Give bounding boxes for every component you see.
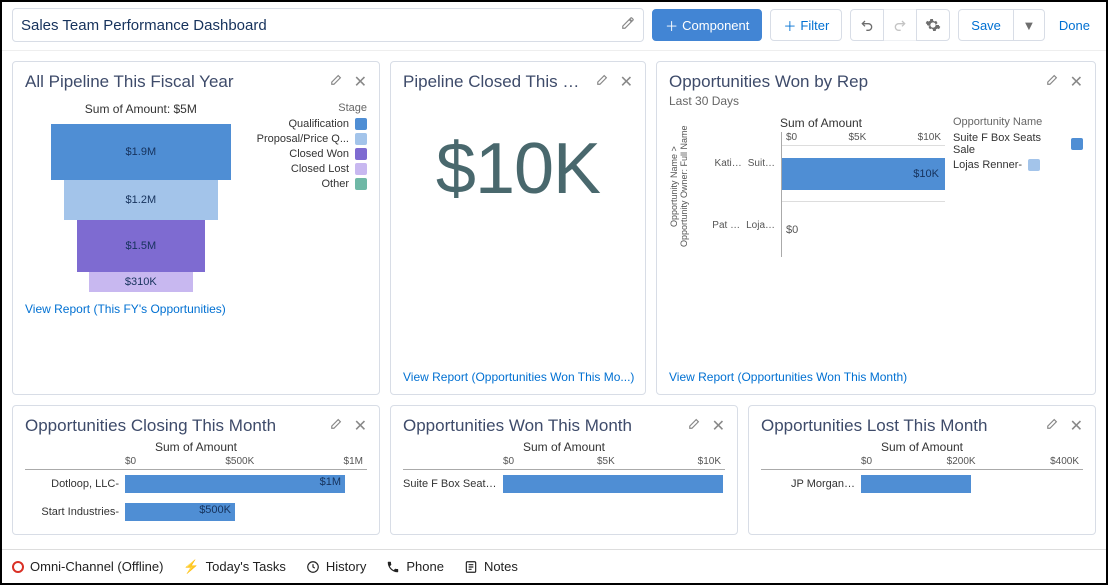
- card-pipeline-fy: All Pipeline This Fiscal Year ✕ Sum of A…: [12, 61, 380, 395]
- close-icon[interactable]: ✕: [354, 72, 367, 92]
- funnel-segment: $1.5M: [77, 220, 205, 272]
- legend-item: Proposal/Price Q...: [257, 133, 367, 145]
- metric-value: $10K: [403, 92, 633, 226]
- pencil-icon[interactable]: [330, 416, 344, 436]
- view-report-link[interactable]: View Report (This FY's Opportunities): [25, 302, 226, 316]
- card-closing-month: Opportunities Closing This Month ✕ Sum o…: [12, 405, 380, 535]
- todays-tasks-button[interactable]: ⚡ Today's Tasks: [183, 559, 285, 575]
- pencil-icon[interactable]: [621, 16, 635, 34]
- legend-item: Qualification: [257, 118, 367, 130]
- bar-row: Dotloop, LLC-$1M: [25, 470, 367, 498]
- pencil-icon[interactable]: [330, 72, 344, 92]
- card-title: Pipeline Closed This …: [403, 72, 579, 92]
- close-icon[interactable]: ✕: [620, 72, 633, 92]
- plus-icon: ＋: [783, 16, 796, 35]
- view-report-link[interactable]: View Report (Opportunities Won This Mo..…: [403, 370, 634, 384]
- card-title: All Pipeline This Fiscal Year: [25, 72, 234, 92]
- save-dropdown-button[interactable]: ▼: [1013, 9, 1045, 41]
- settings-button[interactable]: [916, 9, 950, 41]
- card-lost-month: Opportunities Lost This Month ✕ Sum of A…: [748, 405, 1096, 535]
- status-ring-icon: [12, 561, 24, 573]
- card-title: Opportunities Closing This Month: [25, 416, 276, 436]
- add-filter-button[interactable]: ＋ Filter: [770, 9, 842, 41]
- bar: $10K: [782, 158, 945, 190]
- funnel-segment: $310K: [89, 272, 193, 292]
- bolt-icon: ⚡: [183, 559, 199, 575]
- plus-icon: ＋: [665, 16, 678, 35]
- legend-item: Lojas Renner-: [953, 159, 1083, 171]
- funnel-segment: $1.9M: [51, 124, 231, 180]
- funnel-legend: Stage QualificationProposal/Price Q...Cl…: [257, 102, 367, 292]
- clock-icon: [306, 560, 320, 574]
- y-axis-label-1: Opportunity Name >: [669, 116, 679, 257]
- notes-icon: [464, 560, 478, 574]
- phone-button[interactable]: Phone: [386, 559, 444, 574]
- bar-row: Suite F Box Seats…: [403, 470, 725, 498]
- history-buttons: [850, 9, 950, 41]
- pencil-icon[interactable]: [688, 416, 702, 436]
- close-icon[interactable]: ✕: [1070, 416, 1083, 436]
- done-link[interactable]: Done: [1053, 18, 1096, 33]
- bar-row: JP Morgan…: [761, 470, 1083, 498]
- card-subtitle: Last 30 Days: [669, 94, 868, 108]
- pencil-icon[interactable]: [1046, 416, 1060, 436]
- card-title: Opportunities Lost This Month: [761, 416, 987, 436]
- bar-row: Start Industries-$500K: [25, 498, 367, 526]
- dashboard-row-1: All Pipeline This Fiscal Year ✕ Sum of A…: [2, 51, 1106, 405]
- phone-icon: [386, 560, 400, 574]
- funnel-chart: $1.9M$1.2M$1.5M$310K: [51, 124, 231, 292]
- undo-button[interactable]: [850, 9, 884, 41]
- redo-button[interactable]: [883, 9, 917, 41]
- history-button[interactable]: History: [306, 559, 366, 574]
- card-title: Opportunities Won This Month: [403, 416, 632, 436]
- close-icon[interactable]: ✕: [712, 416, 725, 436]
- utility-bar: Omni-Channel (Offline) ⚡ Today's Tasks H…: [2, 549, 1106, 583]
- legend-item: Other: [257, 178, 367, 190]
- pencil-icon[interactable]: [596, 72, 610, 92]
- card-won-by-rep: Opportunities Won by Rep Last 30 Days ✕ …: [656, 61, 1096, 395]
- omni-channel-button[interactable]: Omni-Channel (Offline): [12, 559, 163, 574]
- card-won-month: Opportunities Won This Month ✕ Sum of Am…: [390, 405, 738, 535]
- dashboard-row-2: Opportunities Closing This Month ✕ Sum o…: [2, 405, 1106, 535]
- close-icon[interactable]: ✕: [354, 416, 367, 436]
- legend-item: Closed Won: [257, 148, 367, 160]
- save-button[interactable]: Save: [958, 9, 1014, 41]
- legend-item: Suite F Box Seats Sale: [953, 132, 1083, 156]
- chevron-down-icon: ▼: [1022, 18, 1035, 33]
- add-component-button[interactable]: ＋ Component: [652, 9, 762, 41]
- legend-item: Closed Lost: [257, 163, 367, 175]
- notes-button[interactable]: Notes: [464, 559, 518, 574]
- funnel-segment: $1.2M: [64, 180, 218, 220]
- pencil-icon[interactable]: [1046, 72, 1060, 92]
- card-title: Opportunities Won by Rep: [669, 72, 868, 92]
- save-buttons: Save ▼: [958, 9, 1045, 41]
- chart-title: Sum of Amount: [697, 116, 945, 130]
- topbar: Sales Team Performance Dashboard ＋ Compo…: [2, 2, 1106, 51]
- card-pipeline-closed-metric: Pipeline Closed This … ✕ $10K View Repor…: [390, 61, 646, 395]
- view-report-link[interactable]: View Report (Opportunities Won This Mont…: [669, 370, 907, 384]
- y-axis-label-2: Opportunity Owner: Full Name: [679, 116, 689, 257]
- close-icon[interactable]: ✕: [1070, 72, 1083, 92]
- dashboard-title-input[interactable]: Sales Team Performance Dashboard: [12, 8, 644, 42]
- funnel-sum-label: Sum of Amount: $5M: [25, 102, 257, 116]
- dashboard-title: Sales Team Performance Dashboard: [21, 17, 267, 34]
